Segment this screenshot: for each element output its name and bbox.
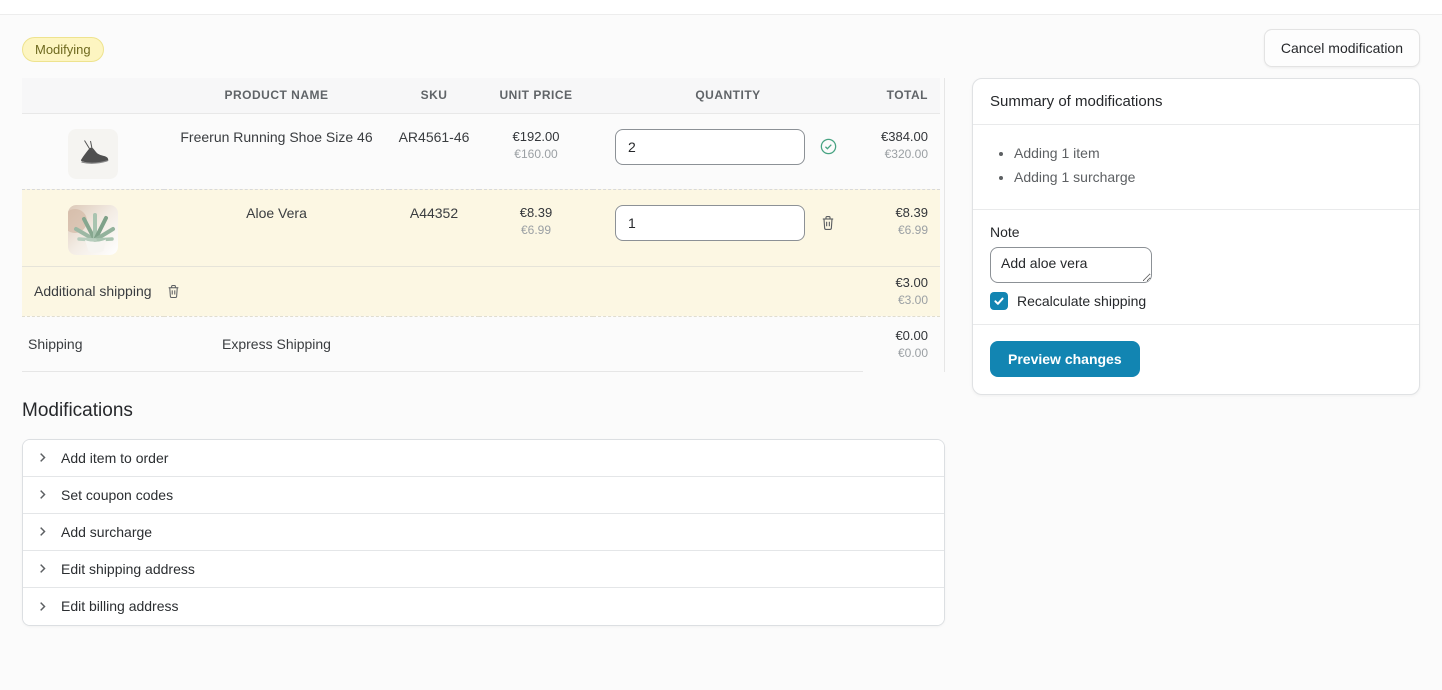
checkmark-icon [993, 295, 1005, 307]
table-header-row: PRODUCT NAME SKU UNIT PRICE QUANTITY TOT… [22, 78, 940, 113]
page-header: Modifying Cancel modification [22, 29, 1420, 67]
order-modification-page: Modifying Cancel modification PRODUCT NA… [0, 15, 1442, 626]
chevron-right-icon [37, 489, 48, 500]
product-sku: A44352 [389, 189, 479, 266]
accordion-add-surcharge[interactable]: Add surcharge [23, 514, 944, 551]
top-bar [0, 0, 1442, 15]
sneaker-product-image [68, 129, 118, 179]
summary-bullet-list: Adding 1 item Adding 1 surcharge [1014, 144, 1402, 187]
shipping-method: Express Shipping [164, 316, 389, 371]
column-unit-price: UNIT PRICE [479, 78, 593, 113]
aloe-vera-product-image [68, 205, 118, 255]
column-total: TOTAL [863, 78, 940, 113]
total-cell: €8.39 €6.99 [863, 189, 940, 266]
table-row-sneaker: Freerun Running Shoe Size 46 AR4561-46 €… [22, 113, 940, 189]
status-badge: Modifying [22, 37, 104, 62]
summary-of-modifications-card: Summary of modifications Adding 1 item A… [972, 78, 1420, 395]
note-label: Note [990, 224, 1402, 240]
modifications-section-title: Modifications [22, 400, 945, 422]
unit-price-cell: €8.39 €6.99 [479, 189, 593, 266]
check-circle-icon [820, 138, 837, 155]
recalculate-shipping-checkbox[interactable] [990, 292, 1008, 310]
column-image [22, 78, 164, 113]
table-row-shipping: Shipping Express Shipping €0.00 €0.00 [22, 316, 940, 371]
accordion-edit-shipping-address[interactable]: Edit shipping address [23, 551, 944, 588]
cancel-modification-button[interactable]: Cancel modification [1264, 29, 1420, 67]
accordion-edit-billing-address[interactable]: Edit billing address [23, 588, 944, 625]
note-textarea[interactable]: Add aloe vera [990, 247, 1152, 283]
column-quantity: QUANTITY [593, 78, 863, 113]
total-cell: €0.00 €0.00 [863, 316, 940, 371]
delete-surcharge-trash-icon[interactable] [166, 283, 181, 300]
table-row-aloe-vera: Aloe Vera A44352 €8.39 €6.99 [22, 189, 940, 266]
accordion-add-item-to-order[interactable]: Add item to order [23, 440, 944, 477]
chevron-right-icon [37, 452, 48, 463]
recalculate-shipping-label: Recalculate shipping [1017, 293, 1146, 309]
quantity-input-aloe-vera[interactable] [615, 205, 805, 241]
modifications-accordion: Add item to order Set coupon codes Add s… [22, 439, 945, 626]
shipping-label: Shipping [22, 316, 164, 371]
summary-bullet-item: Adding 1 surcharge [1014, 168, 1402, 187]
preview-changes-button[interactable]: Preview changes [990, 341, 1140, 377]
product-name: Freerun Running Shoe Size 46 [164, 113, 389, 189]
column-sku: SKU [389, 78, 479, 113]
delete-item-trash-icon[interactable] [820, 214, 836, 232]
quantity-input-sneaker[interactable] [615, 129, 805, 165]
summary-bullet-item: Adding 1 item [1014, 144, 1402, 163]
total-cell: €384.00 €320.00 [863, 113, 940, 189]
surcharge-label: Additional shipping [34, 283, 152, 299]
unit-price-cell: €192.00 €160.00 [479, 113, 593, 189]
column-product-name: PRODUCT NAME [164, 78, 389, 113]
product-sku: AR4561-46 [389, 113, 479, 189]
chevron-right-icon [37, 601, 48, 612]
summary-card-title: Summary of modifications [990, 93, 1402, 110]
product-name: Aloe Vera [164, 189, 389, 266]
table-row-additional-shipping: Additional shipping [22, 266, 940, 316]
chevron-right-icon [37, 526, 48, 537]
chevron-right-icon [37, 563, 48, 574]
accordion-set-coupon-codes[interactable]: Set coupon codes [23, 477, 944, 514]
total-cell: €3.00 €3.00 [863, 266, 940, 316]
order-items-table: PRODUCT NAME SKU UNIT PRICE QUANTITY TOT… [22, 78, 945, 372]
